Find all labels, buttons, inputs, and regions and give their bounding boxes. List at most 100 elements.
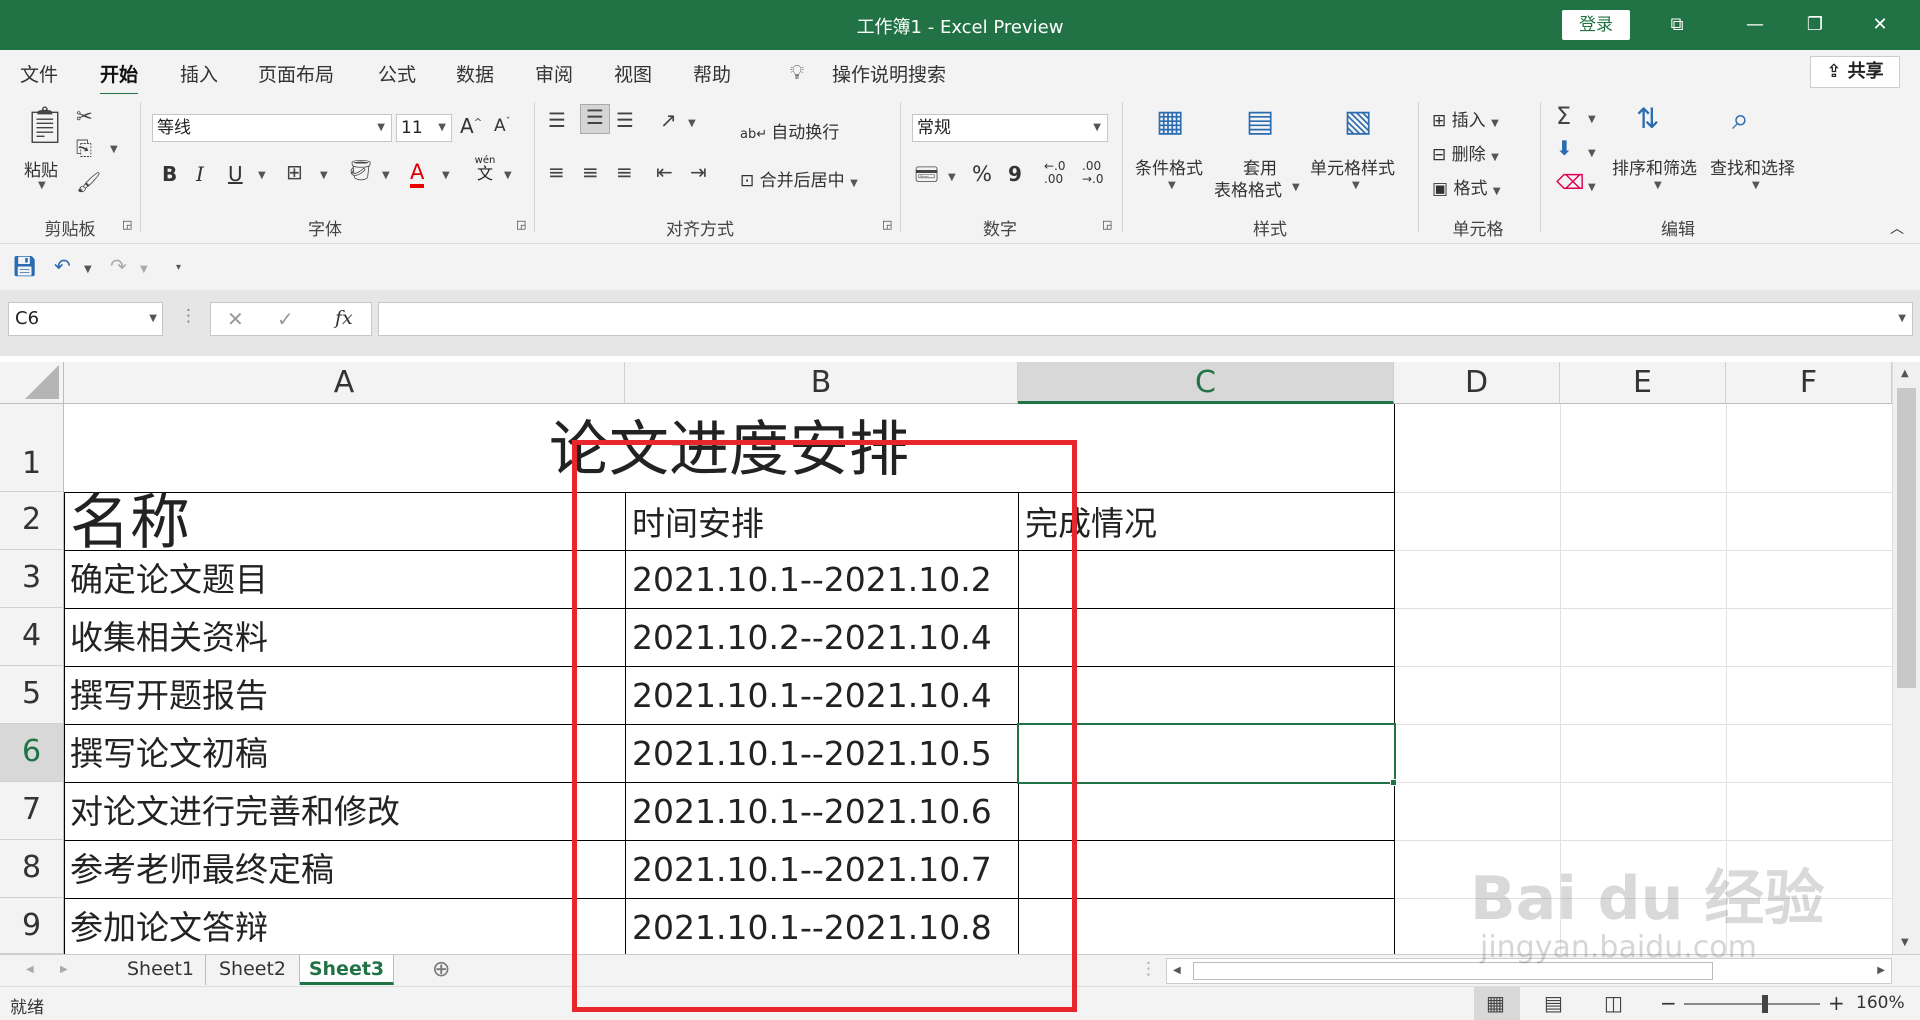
increase-decimal-button[interactable]: ←.0 .00: [1044, 160, 1066, 186]
next-sheet-icon[interactable]: ▶: [60, 964, 68, 975]
row-header-1[interactable]: 1: [0, 404, 64, 492]
format-table-dropdown-icon[interactable]: ▼: [1292, 182, 1300, 193]
align-right-icon[interactable]: ≡: [616, 160, 633, 184]
cut-icon[interactable]: ✂: [76, 104, 93, 128]
shrink-font-button[interactable]: Aˇ: [494, 116, 511, 136]
copy-icon[interactable]: ⎘: [76, 136, 92, 160]
borders-icon[interactable]: ⊞: [286, 160, 303, 184]
paste-dropdown-icon[interactable]: ▼: [38, 180, 46, 191]
copy-dropdown-icon[interactable]: ▼: [110, 144, 118, 155]
accounting-dropdown-icon[interactable]: ▼: [948, 172, 956, 183]
fill-dropdown-icon[interactable]: ▼: [1588, 148, 1596, 159]
sort-filter-label[interactable]: 排序和筛选: [1612, 154, 1697, 179]
borders-dropdown-icon[interactable]: ▼: [320, 170, 328, 181]
zoom-in-icon[interactable]: +: [1828, 991, 1845, 1015]
zoom-level[interactable]: 160%: [1856, 993, 1905, 1013]
conditional-formatting-label[interactable]: 条件格式: [1135, 154, 1203, 179]
scroll-right-icon[interactable]: ▶: [1877, 965, 1885, 976]
grow-font-button[interactable]: A^: [460, 114, 482, 138]
autosum-dropdown-icon[interactable]: ▼: [1588, 114, 1596, 125]
merge-center-button[interactable]: ⊡ 合并后居中 ▼: [740, 166, 858, 191]
column-header-d[interactable]: D: [1394, 362, 1560, 404]
tab-sheet1[interactable]: Sheet1: [116, 955, 206, 985]
find-select-icon[interactable]: ⌕: [1732, 102, 1749, 137]
tell-me-search[interactable]: 操作说明搜索: [832, 60, 946, 87]
fill-color-icon[interactable]: 🪣︎: [348, 158, 373, 182]
alignment-launcher-icon[interactable]: ◲: [882, 218, 892, 231]
row-header-5[interactable]: 5: [0, 666, 64, 724]
phonetic-dropdown-icon[interactable]: ▼: [504, 170, 512, 181]
cell-styles-label[interactable]: 单元格样式: [1310, 154, 1395, 179]
zoom-slider[interactable]: [1684, 1003, 1820, 1005]
select-all-button[interactable]: [0, 362, 64, 404]
align-middle-icon[interactable]: ☰: [580, 104, 610, 134]
name-cell-row4[interactable]: 收集相关资料: [64, 610, 268, 666]
row-header-8[interactable]: 8: [0, 840, 64, 898]
orientation-icon[interactable]: ↗: [660, 108, 677, 132]
row-header-2[interactable]: 2: [0, 492, 64, 550]
tab-sheet3[interactable]: Sheet3: [300, 955, 394, 985]
number-format-select[interactable]: 常规 ▼: [912, 114, 1108, 142]
page-layout-view-icon[interactable]: ▤: [1544, 991, 1563, 1015]
normal-view-button[interactable]: ▦: [1474, 987, 1520, 1020]
comma-button[interactable]: 9: [1008, 162, 1022, 186]
wrap-text-button[interactable]: ab↵ 自动换行: [740, 118, 839, 143]
collapse-ribbon-icon[interactable]: ︿: [1890, 218, 1904, 238]
column-header-f[interactable]: F: [1726, 362, 1892, 404]
header-name-cell[interactable]: 名称: [64, 490, 190, 556]
vertical-scroll-thumb[interactable]: [1897, 388, 1916, 688]
enter-icon[interactable]: ✓: [277, 307, 294, 331]
name-box[interactable]: C6 ▼: [8, 302, 163, 336]
lightbulb-icon[interactable]: 💡︎: [790, 60, 804, 84]
scroll-down-icon[interactable]: ▼: [1901, 937, 1909, 948]
cell-styles-icon[interactable]: ▧: [1338, 104, 1378, 144]
column-header-e[interactable]: E: [1560, 362, 1726, 404]
format-cells-button[interactable]: ▣ 格式 ▼: [1432, 174, 1501, 199]
formula-input[interactable]: ▼: [378, 302, 1913, 336]
underline-button[interactable]: U: [228, 162, 243, 186]
column-header-a[interactable]: A: [64, 362, 625, 404]
clipboard-launcher-icon[interactable]: ◲: [122, 218, 132, 231]
increase-indent-icon[interactable]: ⇥: [690, 160, 707, 184]
menu-insert[interactable]: 插入: [180, 60, 218, 87]
column-header-b[interactable]: B: [625, 362, 1018, 404]
underline-dropdown-icon[interactable]: ▼: [258, 170, 266, 181]
row-header-6[interactable]: 6: [0, 724, 64, 782]
sort-filter-icon[interactable]: ⇅: [1636, 102, 1659, 135]
menu-file[interactable]: 文件: [20, 60, 58, 87]
italic-button[interactable]: I: [196, 162, 204, 186]
sort-dropdown-icon[interactable]: ▼: [1654, 180, 1662, 191]
align-center-icon[interactable]: ≡: [582, 160, 599, 184]
zoom-out-icon[interactable]: −: [1660, 991, 1677, 1015]
prev-sheet-icon[interactable]: ◀: [26, 964, 34, 975]
accounting-format-icon[interactable]: 💳︎: [914, 162, 939, 186]
insert-function-button[interactable]: fx: [335, 307, 353, 329]
login-button[interactable]: 登录: [1562, 10, 1630, 40]
tab-sheet2[interactable]: Sheet2: [206, 955, 300, 985]
name-cell-row5[interactable]: 撰写开题报告: [64, 668, 268, 724]
font-color-dropdown-icon[interactable]: ▼: [442, 170, 450, 181]
autosum-icon[interactable]: Σ: [1556, 102, 1571, 130]
menu-home[interactable]: 开始: [100, 60, 139, 96]
bold-button[interactable]: B: [162, 162, 177, 186]
row-header-3[interactable]: 3: [0, 550, 64, 608]
ribbon-display-icon[interactable]: ⧉: [1657, 10, 1697, 40]
conditional-formatting-icon[interactable]: ▦: [1150, 104, 1190, 144]
insert-cells-button[interactable]: ⊞ 插入 ▼: [1432, 106, 1499, 131]
menu-page-layout[interactable]: 页面布局: [258, 60, 334, 87]
orientation-dropdown-icon[interactable]: ▼: [688, 118, 696, 129]
redo-dropdown-icon[interactable]: ▼: [140, 264, 148, 275]
format-as-table-line2[interactable]: 表格格式: [1214, 176, 1282, 201]
font-color-button[interactable]: A: [410, 160, 425, 188]
phonetic-guide-button[interactable]: wén 文: [470, 156, 500, 182]
percent-button[interactable]: %: [972, 162, 992, 186]
find-dropdown-icon[interactable]: ▼: [1752, 180, 1760, 191]
redo-icon[interactable]: ↷: [110, 254, 127, 278]
restore-icon[interactable]: ❐: [1795, 10, 1835, 40]
cell-styles-dropdown-icon[interactable]: ▼: [1352, 180, 1360, 191]
customize-qat-icon[interactable]: ▾: [176, 262, 181, 273]
fill-icon[interactable]: ⬇: [1556, 136, 1573, 160]
row-header-4[interactable]: 4: [0, 608, 64, 666]
add-sheet-icon[interactable]: ⊕: [432, 957, 450, 982]
fill-color-dropdown-icon[interactable]: ▼: [382, 170, 390, 181]
